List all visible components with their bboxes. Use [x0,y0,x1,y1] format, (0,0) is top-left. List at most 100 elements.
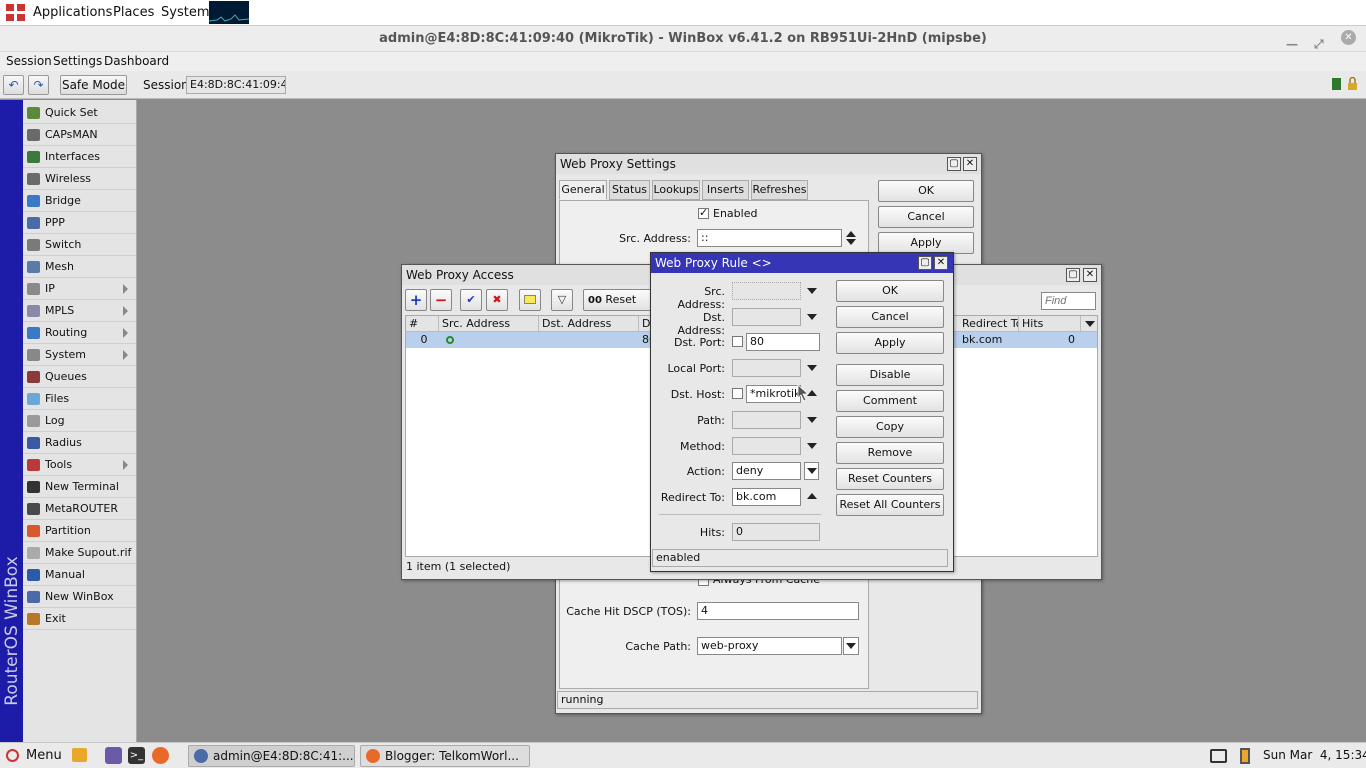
safe-mode-button[interactable]: Safe Mode [60,75,127,95]
rule-method-field[interactable] [732,437,801,455]
clock[interactable]: Sun Mar 4, 15:34 [1263,748,1366,762]
applications-icon[interactable] [6,4,26,22]
rule-action-field[interactable]: deny [732,462,801,480]
sidebar-item-system[interactable]: System [23,344,136,366]
sidebar-item-manual[interactable]: Manual [23,564,136,586]
tab-lookups[interactable]: Lookups [652,180,700,200]
dashboard-menu[interactable]: Dashboard [104,54,169,68]
rule-dst-host-field[interactable]: *mikrotik* [746,385,801,403]
rule-dst-port-field[interactable]: 80 [746,333,820,351]
sidebar-item-tools[interactable]: Tools [23,454,136,476]
rule-reset-all-counters-button[interactable]: Reset All Counters [836,494,944,516]
tab-refreshes[interactable]: Refreshes [751,180,808,200]
rule-path-field[interactable] [732,411,801,429]
sidebar-item-new-winbox[interactable]: New WinBox [23,586,136,608]
settings-cancel-button[interactable]: Cancel [878,206,974,228]
settings-apply-button[interactable]: Apply [878,232,974,254]
sidebar-item-wireless[interactable]: Wireless [23,168,136,190]
rule-remove-button[interactable]: Remove [836,442,944,464]
rule-reset-counters-button[interactable]: Reset Counters [836,468,944,490]
tab-general[interactable]: General [559,180,607,200]
presentation-icon[interactable] [72,748,87,762]
col-src-address[interactable]: Src. Address [439,316,539,332]
rule-apply-button[interactable]: Apply [836,332,944,354]
applications-menu[interactable]: Applications [33,5,112,20]
cache-path-dropdown[interactable] [843,637,859,655]
sidebar-item-queues[interactable]: Queues [23,366,136,388]
sidebar-item-quick-set[interactable]: Quick Set [23,102,136,124]
rule-close-icon[interactable]: ✕ [934,256,948,270]
redirect-chevron-up-icon[interactable] [807,493,817,499]
system-menu[interactable]: System [161,5,209,20]
session-menu[interactable]: Session [6,54,52,68]
dst-host-negate-checkbox[interactable] [732,388,743,399]
tab-status[interactable]: Status [609,180,650,200]
rule-cancel-button[interactable]: Cancel [836,306,944,328]
enabled-checkbox[interactable]: ✓ [698,206,709,219]
add-rule-button[interactable]: + [405,289,427,311]
rule-redirect-field[interactable]: bk.com [732,488,801,506]
sidebar-item-routing[interactable]: Routing [23,322,136,344]
col-dst-address[interactable]: Dst. Address [539,316,639,332]
column-chooser-button[interactable] [1083,316,1097,332]
col-hits[interactable]: Hits [1019,316,1081,332]
files-launcher-icon[interactable] [105,747,122,764]
close-icon[interactable]: ✕ [1341,30,1356,45]
firefox-launcher-icon[interactable] [152,747,169,764]
sidebar-item-metarouter[interactable]: MetaROUTER [23,498,136,520]
rule-ok-button[interactable]: OK [836,280,944,302]
cache-hit-field[interactable]: 4 [697,602,859,620]
settings-maximize-icon[interactable]: ▢ [947,157,961,171]
settings-ok-button[interactable]: OK [878,180,974,202]
sidebar-item-switch[interactable]: Switch [23,234,136,256]
rule-dst-address-field[interactable] [732,308,801,326]
action-dropdown[interactable] [804,462,819,480]
cache-path-field[interactable]: web-proxy [697,637,842,655]
method-chevron-down-icon[interactable] [807,443,817,449]
sidebar-item-mpls[interactable]: MPLS [23,300,136,322]
tab-inserts[interactable]: Inserts [702,180,749,200]
sidebar-item-radius[interactable]: Radius [23,432,136,454]
src-address-down-icon[interactable] [846,239,856,245]
settings-src-address-field[interactable]: :: [697,229,842,247]
src-address-up-icon[interactable] [846,231,856,237]
sidebar-item-ppp[interactable]: PPP [23,212,136,234]
settings-menu[interactable]: Settings [53,54,102,68]
sidebar-item-ip[interactable]: IP [23,278,136,300]
sidebar-item-make-supout-rif[interactable]: Make Supout.rif [23,542,136,564]
task-browser[interactable]: Blogger: TelkomWorl... [360,745,530,767]
rule-comment-button[interactable]: Comment [836,390,944,412]
terminal-launcher-icon[interactable]: >_ [128,747,145,764]
src-address-chevron-down-icon[interactable] [807,288,817,294]
enable-rule-button[interactable]: ✔ [460,289,482,311]
sidebar-item-mesh[interactable]: Mesh [23,256,136,278]
system-monitor-icon[interactable] [208,1,250,24]
sidebar-item-partition[interactable]: Partition [23,520,136,542]
access-maximize-icon[interactable]: ▢ [1066,268,1080,282]
rule-disable-button[interactable]: Disable [836,364,944,386]
comment-rule-button[interactable] [519,289,541,311]
rule-src-address-field[interactable] [732,282,801,300]
sidebar-item-bridge[interactable]: Bridge [23,190,136,212]
col-redirect-to[interactable]: Redirect To [959,316,1019,332]
dst-address-chevron-down-icon[interactable] [807,314,817,320]
disable-rule-button[interactable]: ✖ [486,289,508,311]
sidebar-item-capsman[interactable]: CAPsMAN [23,124,136,146]
filter-button[interactable]: ▽ [551,289,573,311]
dst-port-negate-checkbox[interactable] [732,336,743,347]
col-num[interactable]: # [406,316,439,332]
notification-icon[interactable] [1210,749,1227,763]
redo-button[interactable]: ↷ [28,75,49,95]
rule-maximize-icon[interactable]: ▢ [918,256,932,270]
sidebar-item-interfaces[interactable]: Interfaces [23,146,136,168]
local-port-chevron-down-icon[interactable] [807,365,817,371]
access-close-icon[interactable]: ✕ [1083,268,1097,282]
remove-rule-button[interactable]: − [430,289,452,311]
battery-icon[interactable] [1240,748,1250,764]
sidebar-item-files[interactable]: Files [23,388,136,410]
rule-local-port-field[interactable] [732,359,801,377]
task-winbox[interactable]: admin@E4:8D:8C:41:... [188,745,355,767]
sidebar-item-exit[interactable]: Exit [23,608,136,630]
sidebar-item-log[interactable]: Log [23,410,136,432]
menu-icon[interactable] [6,749,19,762]
